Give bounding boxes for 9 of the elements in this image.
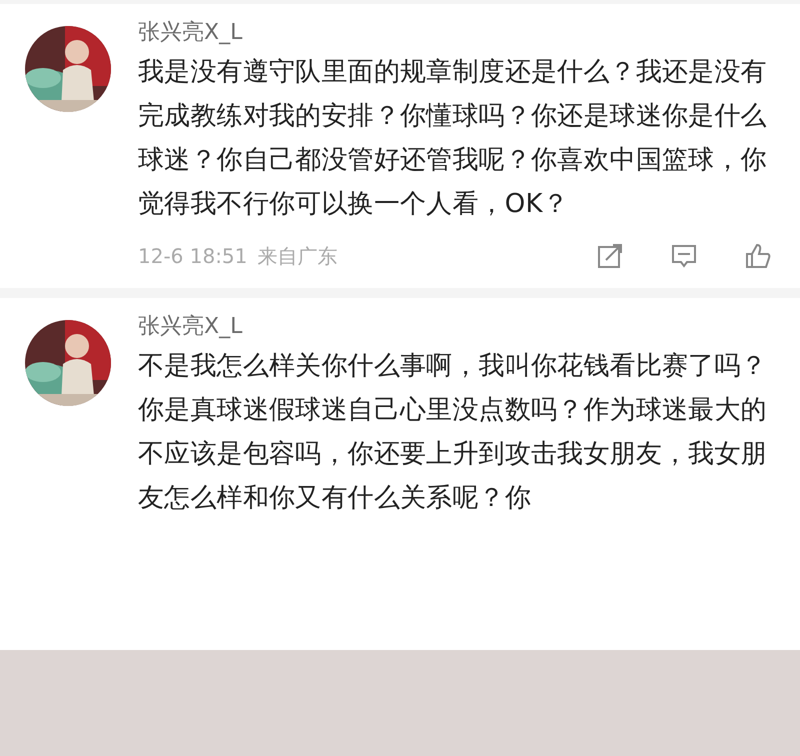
comment-icon[interactable] — [670, 242, 698, 270]
comment-text: 我是没有遵守队里面的规章制度还是什么？我还是没有完成教练对我的安排？你懂球吗？你还是球迷你是什么球迷？你自己都没管好还管我呢？你喜欢中国篮球，你觉得我不行你可以换一个人看，OK？ — [138, 56, 768, 221]
thumbs-up-icon[interactable] — [744, 242, 772, 270]
share-icon[interactable] — [596, 242, 624, 270]
username[interactable]: 张兴亮X_L — [138, 16, 242, 50]
username[interactable]: 张兴亮X_L — [138, 310, 242, 344]
location-label: 来自广东 — [257, 242, 338, 270]
comment-text: 不是我怎么样关你什么事啊，我叫你花钱看比赛了吗？你是真球迷假球迷自己心里没点数吗？作为球迷最大的不应该是包容吗，你还要上升到攻击我女朋友，我女朋友怎么样和你又有什么关系呢？你 — [138, 350, 768, 515]
timestamp: 12-6 18:51 — [138, 244, 248, 268]
